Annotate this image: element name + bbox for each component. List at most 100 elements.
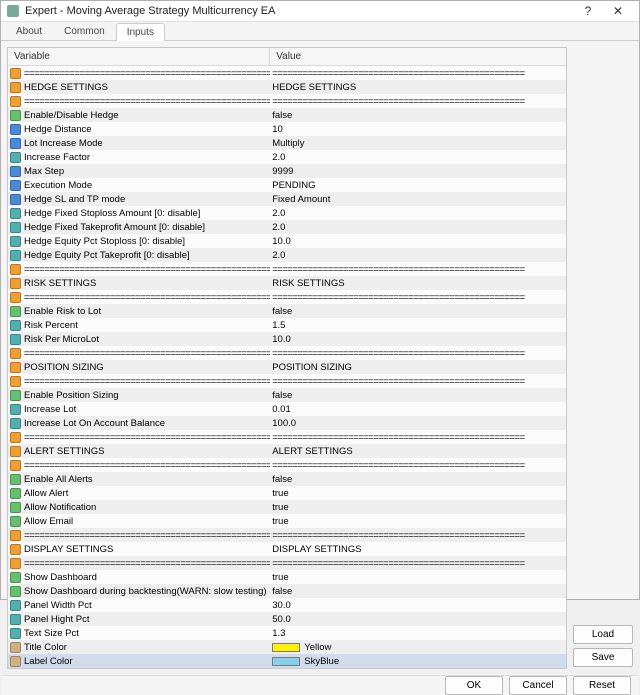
param-value-cell[interactable]: ========================================… [270, 68, 566, 79]
param-value-cell[interactable]: 1.3 [270, 628, 566, 639]
param-row[interactable]: Increase Lot On Account Balance100.0 [8, 416, 566, 430]
tab-about[interactable]: About [5, 22, 53, 40]
param-row[interactable]: ========================================… [8, 290, 566, 304]
param-value-cell[interactable]: ========================================… [270, 558, 566, 569]
param-value-cell[interactable]: 10 [270, 124, 566, 135]
param-value-cell[interactable]: false [270, 306, 566, 317]
param-value-cell[interactable]: 2.0 [270, 152, 566, 163]
param-row[interactable]: ========================================… [8, 556, 566, 570]
param-row[interactable]: Execution ModePENDING [8, 178, 566, 192]
tab-inputs[interactable]: Inputs [116, 23, 165, 41]
param-value-cell[interactable]: 30.0 [270, 600, 566, 611]
param-row[interactable]: Max Step9999 [8, 164, 566, 178]
tab-common[interactable]: Common [53, 22, 116, 40]
param-row[interactable]: Show Dashboardtrue [8, 570, 566, 584]
param-value-cell[interactable]: 50.0 [270, 614, 566, 625]
param-row[interactable]: Label ColorSkyBlue [8, 654, 566, 668]
param-value-cell[interactable]: ========================================… [270, 460, 566, 471]
param-value-cell[interactable]: true [270, 572, 566, 583]
param-value-cell[interactable]: 0.01 [270, 404, 566, 415]
param-value-cell[interactable]: ========================================… [270, 96, 566, 107]
param-row[interactable]: Enable Risk to Lotfalse [8, 304, 566, 318]
param-row[interactable]: RISK SETTINGSRISK SETTINGS [8, 276, 566, 290]
param-row[interactable]: Enable All Alertsfalse [8, 472, 566, 486]
param-row[interactable]: ========================================… [8, 374, 566, 388]
cancel-button[interactable]: Cancel [509, 676, 567, 695]
param-row[interactable]: Show Dashboard during backtesting(WARN: … [8, 584, 566, 598]
param-value-cell[interactable]: 1.5 [270, 320, 566, 331]
param-value-cell[interactable]: false [270, 474, 566, 485]
param-value-cell[interactable]: SkyBlue [270, 656, 566, 667]
grid-body[interactable]: ========================================… [8, 66, 566, 668]
param-row[interactable]: Enable/Disable Hedgefalse [8, 108, 566, 122]
param-value-cell[interactable]: true [270, 488, 566, 499]
param-row[interactable]: Title ColorYellow [8, 640, 566, 654]
reset-button[interactable]: Reset [573, 676, 631, 695]
param-row[interactable]: ========================================… [8, 346, 566, 360]
param-value-cell[interactable]: ========================================… [270, 264, 566, 275]
param-row[interactable]: Text Size Pct1.3 [8, 626, 566, 640]
param-row[interactable]: Hedge Distance10 [8, 122, 566, 136]
param-value-cell[interactable]: RISK SETTINGS [270, 278, 566, 289]
param-row[interactable]: ALERT SETTINGSALERT SETTINGS [8, 444, 566, 458]
close-button[interactable]: ✕ [603, 1, 633, 21]
param-value-cell[interactable]: PENDING [270, 180, 566, 191]
param-row[interactable]: Allow Notificationtrue [8, 500, 566, 514]
param-value-cell[interactable]: 100.0 [270, 418, 566, 429]
param-row[interactable]: Hedge SL and TP modeFixed Amount [8, 192, 566, 206]
param-value-cell[interactable]: Fixed Amount [270, 194, 566, 205]
param-value-cell[interactable]: true [270, 516, 566, 527]
param-value-cell[interactable]: Yellow [270, 642, 566, 653]
param-value-cell[interactable]: 2.0 [270, 250, 566, 261]
param-row[interactable]: Panel Hight Pct50.0 [8, 612, 566, 626]
param-row[interactable]: Increase Factor2.0 [8, 150, 566, 164]
param-row[interactable]: DISPLAY SETTINGSDISPLAY SETTINGS [8, 542, 566, 556]
param-row[interactable]: Increase Lot0.01 [8, 402, 566, 416]
save-button[interactable]: Save [573, 648, 633, 667]
param-row[interactable]: Lot Increase ModeMultiply [8, 136, 566, 150]
param-row[interactable]: Hedge Equity Pct Stoploss [0: disable]10… [8, 234, 566, 248]
param-value-cell[interactable]: 2.0 [270, 208, 566, 219]
param-value-cell[interactable]: 10.0 [270, 334, 566, 345]
param-value-cell[interactable]: ALERT SETTINGS [270, 446, 566, 457]
param-value-cell[interactable]: ========================================… [270, 348, 566, 359]
param-row[interactable]: Allow Emailtrue [8, 514, 566, 528]
param-row[interactable]: Enable Position Sizingfalse [8, 388, 566, 402]
param-value: PENDING [272, 180, 315, 191]
help-button[interactable]: ? [573, 1, 603, 21]
param-value-cell[interactable]: ========================================… [270, 432, 566, 443]
param-row[interactable]: Hedge Fixed Stoploss Amount [0: disable]… [8, 206, 566, 220]
param-row[interactable]: Hedge Equity Pct Takeprofit [0: disable]… [8, 248, 566, 262]
col-value[interactable]: Value [270, 48, 566, 65]
param-value-cell[interactable]: ========================================… [270, 376, 566, 387]
param-value-cell[interactable]: false [270, 110, 566, 121]
param-value-cell[interactable]: ========================================… [270, 292, 566, 303]
param-row[interactable]: HEDGE SETTINGSHEDGE SETTINGS [8, 80, 566, 94]
param-row[interactable]: Panel Width Pct30.0 [8, 598, 566, 612]
param-row[interactable]: Allow Alerttrue [8, 486, 566, 500]
load-button[interactable]: Load [573, 625, 633, 644]
param-row[interactable]: Hedge Fixed Takeprofit Amount [0: disabl… [8, 220, 566, 234]
param-row[interactable]: ========================================… [8, 94, 566, 108]
param-value-cell[interactable]: 9999 [270, 166, 566, 177]
param-value-cell[interactable]: DISPLAY SETTINGS [270, 544, 566, 555]
ok-button[interactable]: OK [445, 676, 503, 695]
col-variable[interactable]: Variable [8, 48, 270, 65]
param-value-cell[interactable]: HEDGE SETTINGS [270, 82, 566, 93]
param-row[interactable]: ========================================… [8, 66, 566, 80]
param-row[interactable]: POSITION SIZINGPOSITION SIZING [8, 360, 566, 374]
param-row[interactable]: ========================================… [8, 262, 566, 276]
param-value-cell[interactable]: ========================================… [270, 530, 566, 541]
param-value-cell[interactable]: Multiply [270, 138, 566, 149]
param-row[interactable]: Risk Percent1.5 [8, 318, 566, 332]
param-row[interactable]: Risk Per MicroLot10.0 [8, 332, 566, 346]
param-value-cell[interactable]: 2.0 [270, 222, 566, 233]
param-row[interactable]: ========================================… [8, 430, 566, 444]
param-value-cell[interactable]: false [270, 586, 566, 597]
param-row[interactable]: ========================================… [8, 528, 566, 542]
param-value-cell[interactable]: false [270, 390, 566, 401]
param-value-cell[interactable]: true [270, 502, 566, 513]
param-row[interactable]: ========================================… [8, 458, 566, 472]
param-value-cell[interactable]: POSITION SIZING [270, 362, 566, 373]
param-value-cell[interactable]: 10.0 [270, 236, 566, 247]
